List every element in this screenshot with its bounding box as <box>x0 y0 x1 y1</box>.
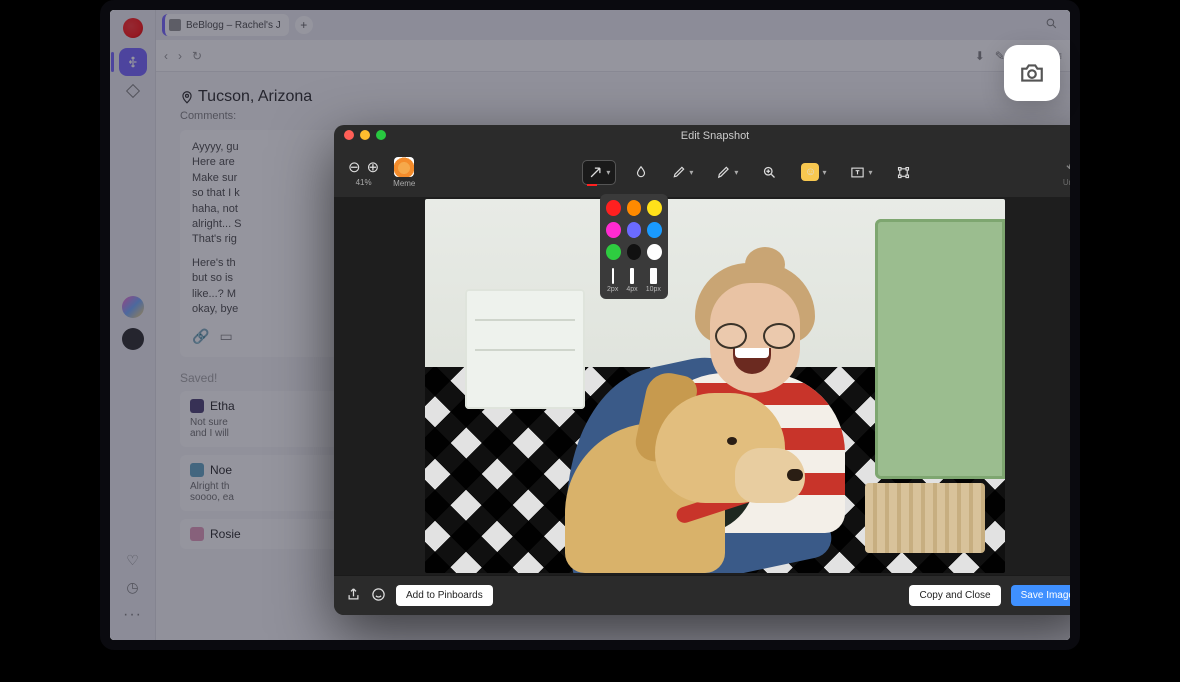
add-to-pinboards-button[interactable]: Add to Pinboards <box>396 585 493 606</box>
arrow-tool[interactable]: ▾ <box>583 161 615 184</box>
meme-tool[interactable]: Meme <box>393 157 415 188</box>
stroke-size-option[interactable]: 2px <box>607 268 618 293</box>
editor-title: Edit Snapshot <box>681 130 750 142</box>
color-swatch[interactable] <box>606 244 621 260</box>
color-swatch[interactable] <box>647 244 662 260</box>
copy-and-close-button[interactable]: Copy and Close <box>909 585 1000 606</box>
editor-titlebar: Edit Snapshot <box>334 125 1080 147</box>
crop-tool[interactable] <box>891 161 916 184</box>
sticker-tool[interactable]: ☺ ▾ <box>796 159 831 185</box>
snapshot-camera-badge[interactable] <box>1004 45 1060 101</box>
undo-button[interactable]: ↶ Undo <box>1063 158 1080 187</box>
emoji-icon[interactable] <box>371 587 386 605</box>
chevron-down-icon: ▾ <box>734 168 738 177</box>
chevron-down-icon: ▾ <box>868 168 872 177</box>
color-swatch[interactable] <box>647 222 662 238</box>
save-image-button[interactable]: Save Image <box>1011 585 1080 606</box>
chevron-down-icon: ▾ <box>606 168 610 177</box>
chevron-down-icon: ▾ <box>822 168 826 177</box>
text-tool[interactable]: ▾ <box>845 161 877 184</box>
pencil-tool[interactable]: ▾ <box>667 161 698 183</box>
editor-footer: Add to Pinboards Copy and Close Save Ima… <box>334 575 1080 615</box>
sticker-icon: ☺ <box>801 163 819 181</box>
blur-tool[interactable] <box>629 161 653 183</box>
snapshot-image <box>425 199 1005 573</box>
stroke-size-option[interactable]: 4px <box>626 268 637 293</box>
zoom-tool[interactable]: ⊖⊕ 41% <box>348 158 379 187</box>
arrow-tool-popover: 2px 4px 10px <box>600 194 668 299</box>
magnifier-tool[interactable] <box>757 161 782 184</box>
meme-icon <box>394 157 414 177</box>
color-swatch[interactable] <box>606 200 621 216</box>
highlighter-tool[interactable]: ▾ <box>712 161 743 183</box>
color-swatch[interactable] <box>627 200 642 216</box>
maximize-window-button[interactable] <box>376 130 386 140</box>
minimize-window-button[interactable] <box>360 130 370 140</box>
color-swatch[interactable] <box>606 222 621 238</box>
snapshot-editor: Edit Snapshot ⊖⊕ 41% Meme ▾ ▾ <box>334 125 1080 615</box>
laptop-notch <box>480 658 700 682</box>
stroke-size-option[interactable]: 10px <box>646 268 661 293</box>
editor-toolbar: ⊖⊕ 41% Meme ▾ ▾ ▾ <box>334 147 1080 197</box>
camera-icon <box>1019 60 1045 86</box>
color-swatch[interactable] <box>627 244 642 260</box>
share-icon[interactable] <box>346 587 361 605</box>
color-swatch[interactable] <box>647 200 662 216</box>
close-window-button[interactable] <box>344 130 354 140</box>
color-swatch[interactable] <box>627 222 642 238</box>
editor-canvas[interactable] <box>334 197 1080 575</box>
chevron-down-icon: ▾ <box>689 168 693 177</box>
